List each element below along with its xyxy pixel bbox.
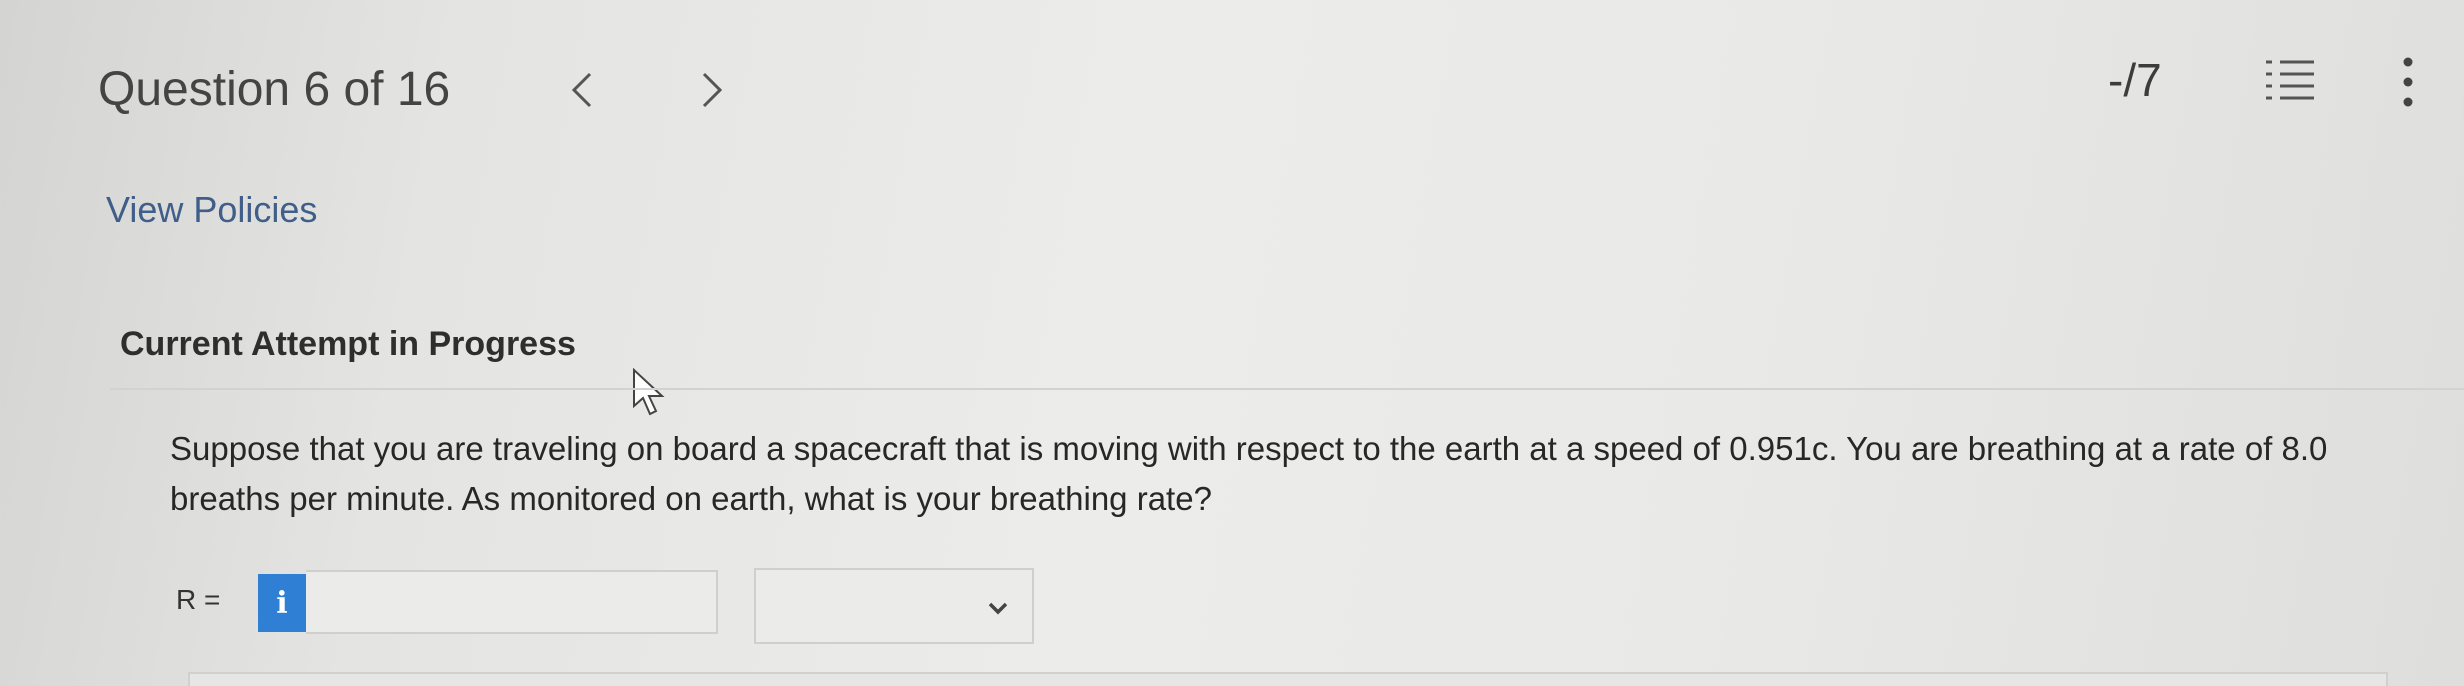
question-counter: Question 6 of 16 xyxy=(98,63,451,116)
numbered-list-icon xyxy=(2266,60,2314,100)
more-vertical-icon xyxy=(2403,57,2413,107)
chevron-left-icon xyxy=(571,72,592,108)
question-header: Question 6 of 16 -/7 xyxy=(0,0,2464,170)
view-policies-link[interactable]: View Policies xyxy=(106,188,317,232)
answer-input[interactable] xyxy=(306,570,718,634)
answer-label: R = xyxy=(176,584,221,615)
score-display: -/7 xyxy=(2108,54,2162,106)
info-icon[interactable]: i xyxy=(258,574,306,632)
unit-dropdown[interactable] xyxy=(754,568,1034,644)
next-content-panel xyxy=(188,672,2388,686)
next-question-button[interactable] xyxy=(690,64,734,116)
section-divider xyxy=(110,388,2464,390)
chevron-down-icon xyxy=(988,602,1008,615)
previous-question-button[interactable] xyxy=(560,64,604,116)
chevron-right-icon xyxy=(702,72,723,108)
mouse-pointer-icon xyxy=(633,368,665,416)
more-options-button[interactable] xyxy=(2388,52,2428,112)
question-text: Suppose that you are traveling on board … xyxy=(170,430,2328,517)
question-list-button[interactable] xyxy=(2264,56,2320,104)
attempt-status: Current Attempt in Progress xyxy=(120,325,576,363)
